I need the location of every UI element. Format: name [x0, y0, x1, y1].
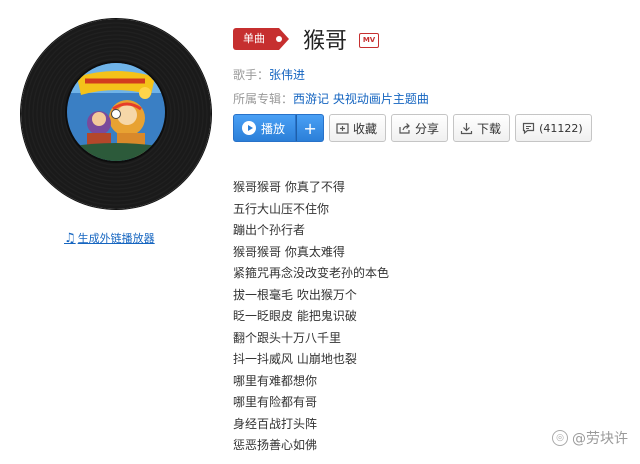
external-player-label: 生成外链播放器 [77, 232, 155, 245]
lyric-line: 拔一根毫毛 吹出猴万个 [233, 287, 357, 302]
lyric-line: 猴哥猴哥 你真太难得 [233, 244, 345, 259]
lyric-line: 翻个跟头十万八千里 [233, 330, 342, 345]
single-badge-label: 单曲 [243, 32, 265, 45]
lyric-line: 身经百战打头阵 [233, 416, 318, 431]
action-bar: 播放 + 收藏 分享 下载 (41122) [233, 114, 592, 142]
lyric-line: 惩恶扬善心如佛 [233, 438, 318, 452]
artist-link[interactable]: 张伟进 [269, 68, 305, 82]
watermark: ◎ @劳块许 [552, 428, 628, 448]
play-icon [242, 121, 256, 135]
title-row: 单曲 猴哥 MV [233, 23, 380, 55]
add-to-playlist-button[interactable]: + [296, 114, 325, 142]
album-link[interactable]: 西游记 央视动画片主题曲 [293, 92, 429, 106]
mv-label: MV [362, 36, 376, 44]
lyric-line: 紧箍咒再念没改变老孙的本色 [233, 266, 390, 280]
lyric-line: 眨一眨眼皮 能把鬼识破 [233, 309, 357, 323]
artist-label: 歌手： [233, 68, 270, 82]
watermark-text: @劳块许 [572, 431, 628, 447]
share-button[interactable]: 分享 [391, 114, 449, 142]
music-note-icon: ♫ [64, 230, 76, 246]
song-title: 猴哥 [303, 29, 348, 54]
share-icon [399, 122, 410, 134]
lyric-line: 抖一抖威风 山崩地也裂 [233, 352, 357, 366]
comment-icon [522, 122, 535, 134]
lyric-line: 哪里有险都有哥 [233, 395, 318, 409]
artist-row: 歌手：张伟进 [233, 66, 305, 83]
collect-button[interactable]: 收藏 [329, 114, 387, 142]
badge-dot [276, 36, 282, 42]
disc-center-hole [111, 109, 121, 119]
single-badge: 单曲 [233, 28, 289, 50]
collect-icon [336, 122, 349, 134]
lyric-line: 哪里有难都想你 [233, 373, 318, 388]
play-label: 播放 [261, 121, 286, 136]
watermark-logo-icon: ◎ [552, 430, 568, 446]
album-row: 所属专辑：西游记 央视动画片主题曲 [233, 90, 429, 107]
lyric-line: 猴哥猴哥 你真了不得 [233, 180, 345, 194]
collect-label: 收藏 [353, 121, 378, 136]
comment-button[interactable]: (41122) [515, 114, 592, 142]
mv-icon[interactable]: MV [359, 32, 380, 48]
lyrics-block: 猴哥猴哥 你真了不得 五行大山压不住你 蹦出个孙行者 猴哥猴哥 你真太难得 紧箍… [233, 177, 389, 457]
play-button[interactable]: 播放 [233, 114, 297, 142]
album-disc [21, 19, 211, 209]
album-label: 所属专辑： [233, 92, 294, 106]
download-button[interactable]: 下载 [453, 114, 511, 142]
add-icon: + [303, 118, 317, 138]
download-label: 下载 [477, 121, 502, 136]
download-icon [460, 122, 473, 134]
lyric-line: 蹦出个孙行者 [233, 223, 306, 237]
share-label: 分享 [415, 121, 440, 136]
comment-count: (41122) [539, 121, 583, 135]
lyric-line: 五行大山压不住你 [233, 201, 330, 216]
generate-external-player-link[interactable]: ♫ 生成外链播放器 [64, 230, 155, 246]
